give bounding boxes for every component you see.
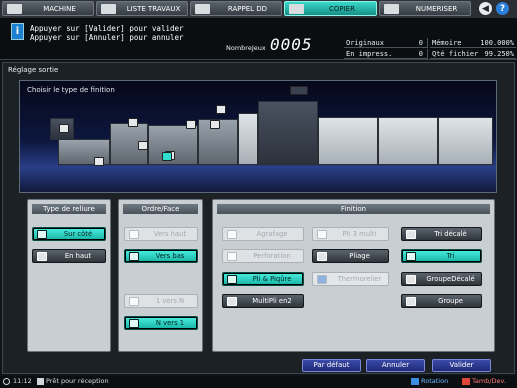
top-tab-bar: MACHINE LISTE TRAVAUX RAPPEL DD COPIER N… — [0, 0, 517, 18]
face-down-button[interactable]: Vers bas — [124, 249, 198, 263]
status-time: 11:12 — [13, 377, 32, 385]
machine-module — [438, 117, 493, 165]
sort-icon — [406, 251, 416, 261]
screen-title: Réglage sortie — [8, 66, 59, 74]
cancel-button[interactable]: Annuler — [366, 359, 425, 372]
copy-icon — [289, 3, 304, 14]
staple-button[interactable]: Agrafage — [222, 227, 304, 241]
memory-label: Mémoire — [432, 39, 462, 47]
module-icon[interactable] — [290, 86, 308, 95]
module-icon[interactable] — [216, 105, 226, 114]
hdd-recall-icon — [195, 3, 210, 14]
module-icon[interactable] — [128, 118, 138, 127]
group-button[interactable]: Groupe — [401, 294, 482, 308]
thermal-binding-button[interactable]: Thermorelier — [312, 272, 389, 286]
sort-button[interactable]: Tri — [401, 249, 482, 263]
tab-machine[interactable]: MACHINE — [2, 1, 94, 16]
tri-fold-multi-button[interactable]: Pli 3 multi — [312, 227, 389, 241]
finishing-title: Finition — [217, 204, 490, 214]
status-bar: 11:12 Prêt pour réception Rotation Tamb/… — [0, 376, 517, 388]
finishing-group: Finition Agrafage Perforation Pli & Piqû… — [212, 199, 495, 352]
job-list-icon — [101, 3, 116, 14]
fold-stitch-icon — [227, 274, 237, 284]
counter-table: Originaux 0 En impress. 0 Mémoire 100.00… — [344, 38, 516, 60]
offset-sort-icon — [406, 229, 416, 239]
side-binding-icon — [37, 229, 47, 239]
binding-group: Type de reliure Sur côté En haut — [27, 199, 111, 352]
order-forward-icon — [129, 296, 139, 306]
volume-icon[interactable]: ◀ — [479, 2, 492, 15]
clock-icon — [3, 378, 10, 385]
folding-button[interactable]: Pliage — [312, 249, 389, 263]
machine-module — [378, 117, 438, 165]
machine-module — [238, 113, 258, 165]
module-icon[interactable] — [210, 120, 220, 129]
binding-title: Type de reliure — [32, 204, 106, 214]
face-up-icon — [129, 229, 139, 239]
tab-numeriser[interactable]: NUMERISER — [379, 1, 471, 16]
order-face-title: Ordre/Face — [123, 204, 198, 214]
help-icon[interactable]: ? — [496, 2, 509, 15]
tab-copier[interactable]: COPIER — [284, 1, 377, 16]
tab-hdd-recall[interactable]: RAPPEL DD — [190, 1, 282, 16]
validate-button[interactable]: Valider — [432, 359, 491, 372]
fold-stitch-button[interactable]: Pli & Piqûre — [222, 272, 304, 286]
order-reverse-icon — [129, 318, 139, 328]
status-ready: Prêt pour réception — [46, 377, 109, 385]
multi-half-fold-button[interactable]: MultiPli en2 — [222, 294, 304, 308]
punch-icon — [227, 251, 237, 261]
printing-value: 0 — [418, 50, 423, 58]
tri-fold-icon — [317, 229, 327, 239]
rotation-label: Rotation — [421, 377, 449, 385]
face-down-icon — [129, 251, 139, 261]
module-icon[interactable] — [138, 141, 148, 150]
message-line-2: Appuyer sur [Annuler] pour annuler — [30, 33, 184, 42]
toner-icon — [462, 378, 470, 385]
originals-label: Originaux — [346, 39, 384, 47]
face-up-button[interactable]: Vers haut — [124, 227, 198, 241]
tab-job-list[interactable]: LISTE TRAVAUX — [96, 1, 188, 16]
printing-label: En impress. — [346, 50, 393, 58]
tamb-label: Tamb/Dev. — [472, 377, 506, 385]
info-icon: i — [11, 23, 24, 40]
order-1-to-n-button[interactable]: 1 vers N — [124, 294, 198, 308]
binding-side-button[interactable]: Sur côté — [32, 227, 106, 241]
machine-module — [318, 117, 378, 165]
originals-value: 0 — [418, 39, 423, 47]
jobs-label: NombreJeux — [226, 44, 266, 52]
order-face-group: Ordre/Face Vers haut Vers bas 1 vers N N… — [118, 199, 203, 352]
offset-group-icon — [406, 274, 416, 284]
rotation-icon — [411, 378, 419, 385]
module-icon[interactable] — [186, 120, 196, 129]
group-icon — [406, 296, 416, 306]
module-icon[interactable] — [59, 124, 69, 133]
finish-prompt: Choisir le type de finition — [27, 86, 115, 94]
jobs-counter: 0005 — [270, 35, 313, 54]
module-icon[interactable] — [94, 157, 104, 166]
punch-button[interactable]: Perforation — [222, 249, 304, 263]
fold-icon — [317, 251, 327, 261]
memory-value: 100.000% — [480, 39, 514, 47]
offset-sort-button[interactable]: Tri décalé — [401, 227, 482, 241]
machine-diagram: Choisir le type de finition — [19, 80, 497, 193]
order-n-to-1-button[interactable]: N vers 1 — [124, 316, 198, 330]
message-line-1: Appuyer sur [Valider] pour valider — [30, 24, 184, 33]
top-binding-icon — [37, 251, 47, 261]
machine-main-body — [258, 101, 318, 165]
default-button[interactable]: Par défaut — [302, 359, 361, 372]
printer-icon — [37, 378, 44, 385]
scan-icon — [384, 3, 399, 14]
offset-group-button[interactable]: GroupeDécalé — [401, 272, 482, 286]
file-qty-label: Qté fichier — [432, 50, 479, 58]
file-qty-value: 99.250% — [484, 50, 514, 58]
multi-fold-icon — [227, 296, 237, 306]
machine-icon — [7, 3, 22, 14]
selected-module-icon[interactable] — [162, 152, 172, 161]
thermal-binding-icon — [317, 274, 327, 284]
staple-icon — [227, 229, 237, 239]
binding-top-button[interactable]: En haut — [32, 249, 106, 263]
